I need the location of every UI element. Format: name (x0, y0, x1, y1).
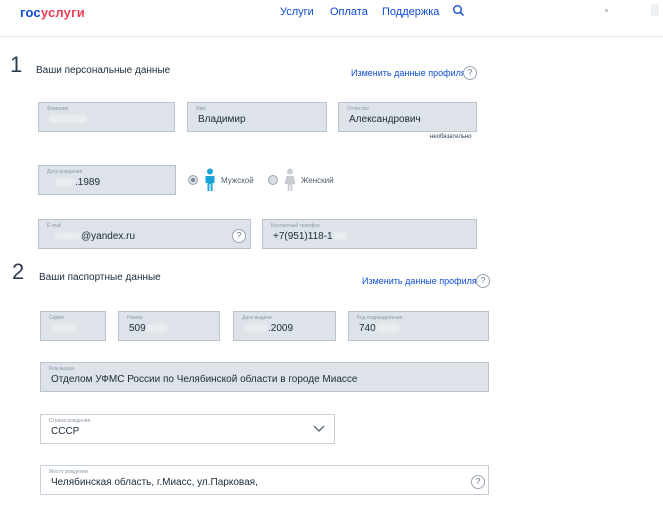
issue-date-label: Дата выдачи (242, 315, 272, 321)
birth-country-label: Страна рождения (49, 418, 91, 424)
issued-by-field[interactable]: Кем выдан Отделом УФМС России по Челябин… (40, 362, 489, 392)
first-name-field[interactable]: Имя Владимир (187, 102, 327, 132)
birthdate-value: .1989 (75, 177, 101, 188)
issue-date-value: .2009 (268, 323, 294, 334)
nav-services[interactable]: Услуги (280, 6, 314, 18)
dept-code-label: Код подразделения (357, 315, 403, 321)
masked-value (145, 324, 168, 333)
logo-text-uslugi: услуги (40, 5, 85, 20)
first-name-value: Владимир (198, 114, 246, 125)
help-icon-birth-place[interactable]: ? (471, 475, 485, 489)
number-label: Номер (127, 315, 143, 321)
birth-country-select[interactable]: Страна рождения СССР (40, 414, 335, 444)
issue-date-field[interactable]: Дата выдачи .2009 (233, 311, 336, 341)
section-title-passport: Ваши паспортные данные (39, 272, 161, 283)
gender-radio-male[interactable] (188, 175, 198, 185)
nav-payment[interactable]: Оплата (330, 6, 368, 18)
email-value: @yandex.ru (81, 231, 136, 242)
masked-value (332, 232, 347, 241)
birthdate-label: Дата рождения (47, 169, 83, 175)
masked-value (55, 178, 75, 187)
help-icon-email[interactable]: ? (232, 229, 246, 243)
phone-value: +7(951)118-1 (273, 231, 333, 242)
user-menu-dot[interactable] (605, 9, 608, 12)
section-title-personal: Ваши персональные данные (36, 65, 171, 76)
department-code-field[interactable]: Код подразделения 740 (348, 311, 489, 341)
birthdate-field[interactable]: Дата рождения .1989 (38, 165, 176, 195)
series-label: Серия (49, 315, 64, 321)
section-number-1: 1 (10, 52, 23, 77)
issued-by-label: Кем выдан (49, 366, 75, 372)
male-person-icon (205, 168, 215, 191)
passport-series-field[interactable]: Серия (40, 311, 106, 341)
scrollbar-top[interactable] (651, 4, 659, 16)
help-icon-section1[interactable]: ? (463, 66, 477, 80)
edit-profile-link-1[interactable]: Изменить данные профиля (351, 68, 466, 78)
masked-value (55, 232, 81, 241)
top-header: госуслуги Услуги Оплата Поддержка (0, 0, 663, 37)
edit-profile-link-2[interactable]: Изменить данные профиля (362, 276, 477, 286)
search-icon[interactable] (452, 4, 466, 18)
patronymic-optional-hint: необязательно (430, 134, 472, 140)
help-icon-section2[interactable]: ? (476, 274, 490, 288)
gender-radio-female[interactable] (268, 175, 278, 185)
birth-country-value: СССР (51, 426, 80, 437)
email-field[interactable]: E-mail @yandex.ru ? (38, 219, 251, 249)
gosuslugi-logo[interactable]: госуслуги (20, 5, 85, 20)
nav-support[interactable]: Поддержка (382, 6, 439, 18)
gender-female-label[interactable]: Женский (301, 176, 334, 185)
masked-value (49, 115, 87, 124)
number-value: 509 (129, 323, 146, 334)
gender-male-label[interactable]: Мужской (221, 176, 254, 185)
patronymic-label: Отчество (347, 106, 369, 112)
birth-place-field[interactable]: Место рождения Челябинская область, г.Ми… (40, 465, 489, 495)
masked-value (375, 324, 400, 333)
section-number-2: 2 (12, 259, 25, 284)
phone-label: Контактный телефон (271, 223, 320, 229)
surname-field[interactable]: Фамилия (38, 102, 175, 132)
email-label: E-mail (47, 223, 62, 229)
chevron-down-icon[interactable] (312, 424, 326, 434)
masked-value (51, 324, 77, 333)
masked-value (244, 324, 268, 333)
patronymic-value: Александрович (349, 114, 421, 125)
birth-place-label: Место рождения (49, 469, 88, 475)
phone-field[interactable]: Контактный телефон +7(951)118-1 (262, 219, 477, 249)
first-name-label: Имя (196, 106, 206, 112)
surname-label: Фамилия (47, 106, 69, 112)
female-person-icon (284, 168, 296, 191)
birth-place-value: Челябинская область, г.Миасс, ул.Паркова… (51, 477, 258, 488)
dept-code-value: 740 (359, 323, 376, 334)
issued-by-value: Отделом УФМС России по Челябинской облас… (51, 374, 358, 385)
logo-text-gos: гос (20, 5, 41, 20)
patronymic-field[interactable]: Отчество Александрович (338, 102, 477, 132)
passport-number-field[interactable]: Номер 509 (118, 311, 220, 341)
